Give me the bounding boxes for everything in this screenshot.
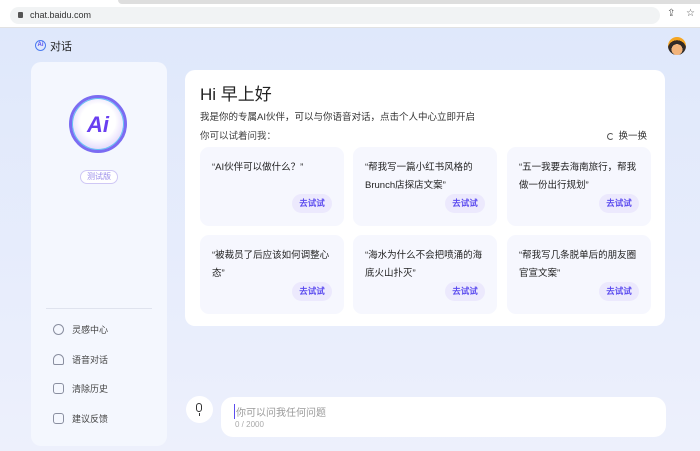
lightbulb-icon	[53, 323, 64, 335]
suggestion-card[interactable]: “AI伙伴可以做什么？” 去试试	[200, 147, 344, 226]
bookmark-star-icon[interactable]: ☆	[686, 8, 695, 19]
sidebar: Ai 测试版 灵感中心 语音对话 清除历史 建议反馈	[31, 62, 167, 446]
try-button[interactable]: 去试试	[445, 282, 485, 301]
microphone-stem	[198, 413, 200, 416]
suggestion-card[interactable]: “被裁员了后应该如何调整心态” 去试试	[200, 235, 344, 314]
divider	[46, 308, 152, 309]
try-button[interactable]: 去试试	[292, 194, 332, 213]
user-avatar[interactable]	[668, 37, 686, 55]
welcome-card: Hi 早上好 我是你的专属AI伙伴，可以与你语音对话，点击个人中心立即开启 你可…	[185, 70, 665, 326]
headphones-icon	[53, 353, 64, 365]
suggestion-text: “帮我写几条脱单后的朋友圈官宣文案”	[519, 250, 637, 279]
sidebar-item-label: 灵感中心	[72, 324, 109, 335]
ai-logo-text: Ai	[87, 112, 109, 137]
url-text: chat.baidu.com	[30, 10, 92, 20]
refresh-label: 换一换	[618, 131, 647, 142]
try-button[interactable]: 去试试	[292, 282, 332, 301]
ai-logo: Ai	[69, 95, 127, 153]
suggestion-text: “海水为什么不会把喷涌的海底火山扑灭”	[365, 250, 483, 279]
app-title: 对话	[50, 41, 72, 53]
sidebar-item-label: 清除历史	[72, 383, 109, 394]
app-logo-icon: Ai	[35, 40, 46, 51]
sidebar-item-voice-chat[interactable]: 语音对话	[53, 352, 108, 366]
microphone-icon	[196, 403, 202, 412]
tab-strip	[118, 0, 700, 4]
refresh-icon	[607, 133, 615, 140]
suggestion-text: “AI伙伴可以做什么？”	[212, 162, 304, 173]
beta-badge: 测试版	[80, 170, 118, 184]
sidebar-item-feedback[interactable]: 建议反馈	[53, 411, 108, 425]
char-counter: 0 / 2000	[235, 420, 264, 429]
try-button[interactable]: 去试试	[599, 282, 639, 301]
refresh-button[interactable]: 换一换	[607, 128, 647, 142]
sidebar-item-clear-history[interactable]: 清除历史	[53, 381, 108, 395]
suggestion-text: “被裁员了后应该如何调整心态”	[212, 250, 330, 279]
try-button[interactable]: 去试试	[445, 194, 485, 213]
chat-input-placeholder[interactable]: 你可以问我任何问题	[234, 404, 326, 419]
sidebar-item-label: 建议反馈	[72, 413, 109, 424]
intro-text: 我是你的专属AI伙伴，可以与你语音对话，点击个人中心立即开启	[200, 112, 475, 123]
sidebar-item-inspiration[interactable]: 灵感中心	[53, 322, 108, 336]
suggestion-text: “帮我写一篇小红书风格的Brunch店探店文案”	[365, 162, 473, 191]
try-button[interactable]: 去试试	[599, 194, 639, 213]
share-icon[interactable]: ⇪	[667, 8, 675, 19]
suggestion-card[interactable]: “帮我写一篇小红书风格的Brunch店探店文案” 去试试	[353, 147, 497, 226]
trash-icon	[53, 382, 64, 394]
lock-icon	[18, 12, 23, 18]
sidebar-item-label: 语音对话	[72, 354, 109, 365]
browser-toolbar: chat.baidu.com ⇪ ☆	[0, 0, 700, 28]
address-bar[interactable]: chat.baidu.com	[10, 7, 660, 24]
microphone-button[interactable]	[186, 396, 213, 423]
greeting: Hi 早上好	[200, 85, 272, 104]
try-ask-label: 你可以试着问我：	[200, 131, 277, 142]
app: Ai 对话 Ai 测试版 灵感中心 语音对话 清除历史 建议反馈 Hi 早上好 …	[0, 28, 700, 451]
suggestion-card[interactable]: “海水为什么不会把喷涌的海底火山扑灭” 去试试	[353, 235, 497, 314]
suggestion-card[interactable]: “五一我要去海南旅行，帮我做一份出行规划” 去试试	[507, 147, 651, 226]
feedback-icon	[53, 412, 64, 424]
suggestion-card[interactable]: “帮我写几条脱单后的朋友圈官宣文案” 去试试	[507, 235, 651, 314]
chat-input[interactable]: 你可以问我任何问题 0 / 2000	[221, 397, 666, 437]
suggestion-text: “五一我要去海南旅行，帮我做一份出行规划”	[519, 162, 637, 191]
